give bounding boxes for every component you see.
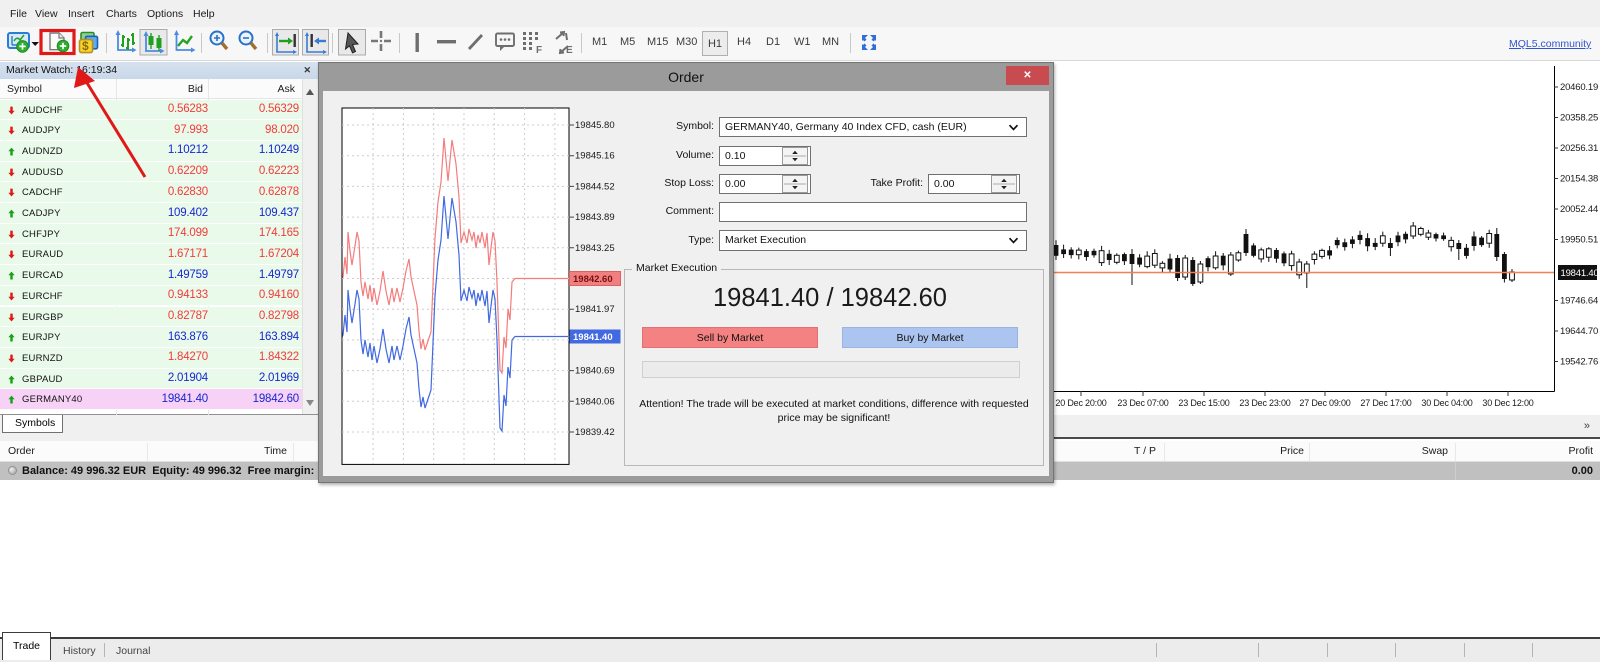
svg-text:20052.44: 20052.44 — [1560, 204, 1598, 215]
svg-text:23 Dec 23:00: 23 Dec 23:00 — [1239, 398, 1290, 408]
svg-text:20154.38: 20154.38 — [1560, 174, 1598, 185]
svg-text:19841.40: 19841.40 — [1561, 268, 1599, 279]
svg-text:19841.40: 19841.40 — [573, 332, 613, 343]
svg-text:19746.64: 19746.64 — [1560, 296, 1598, 307]
svg-text:19840.69: 19840.69 — [575, 366, 615, 377]
svg-text:27 Dec 17:00: 27 Dec 17:00 — [1360, 398, 1411, 408]
svg-text:19950.51: 19950.51 — [1560, 235, 1598, 246]
svg-text:20358.25: 20358.25 — [1560, 113, 1598, 124]
svg-text:E: E — [566, 45, 573, 56]
svg-text:$: $ — [82, 39, 89, 53]
svg-text:20 Dec 20:00: 20 Dec 20:00 — [1055, 398, 1106, 408]
svg-text:23 Dec 07:00: 23 Dec 07:00 — [1117, 398, 1168, 408]
svg-text:20460.19: 20460.19 — [1560, 82, 1598, 93]
svg-text:20256.31: 20256.31 — [1560, 143, 1598, 154]
svg-text:F: F — [536, 45, 542, 56]
svg-text:19542.76: 19542.76 — [1560, 357, 1598, 368]
svg-text:19840.06: 19840.06 — [575, 396, 615, 407]
svg-text:19839.42: 19839.42 — [575, 427, 615, 438]
svg-text:30 Dec 04:00: 30 Dec 04:00 — [1421, 398, 1472, 408]
svg-text:30 Dec 12:00: 30 Dec 12:00 — [1482, 398, 1533, 408]
svg-text:27 Dec 09:00: 27 Dec 09:00 — [1299, 398, 1350, 408]
svg-text:19644.70: 19644.70 — [1560, 326, 1598, 337]
svg-text:19842.60: 19842.60 — [573, 274, 613, 285]
svg-text:23 Dec 15:00: 23 Dec 15:00 — [1178, 398, 1229, 408]
svg-text:19841.97: 19841.97 — [575, 304, 615, 315]
